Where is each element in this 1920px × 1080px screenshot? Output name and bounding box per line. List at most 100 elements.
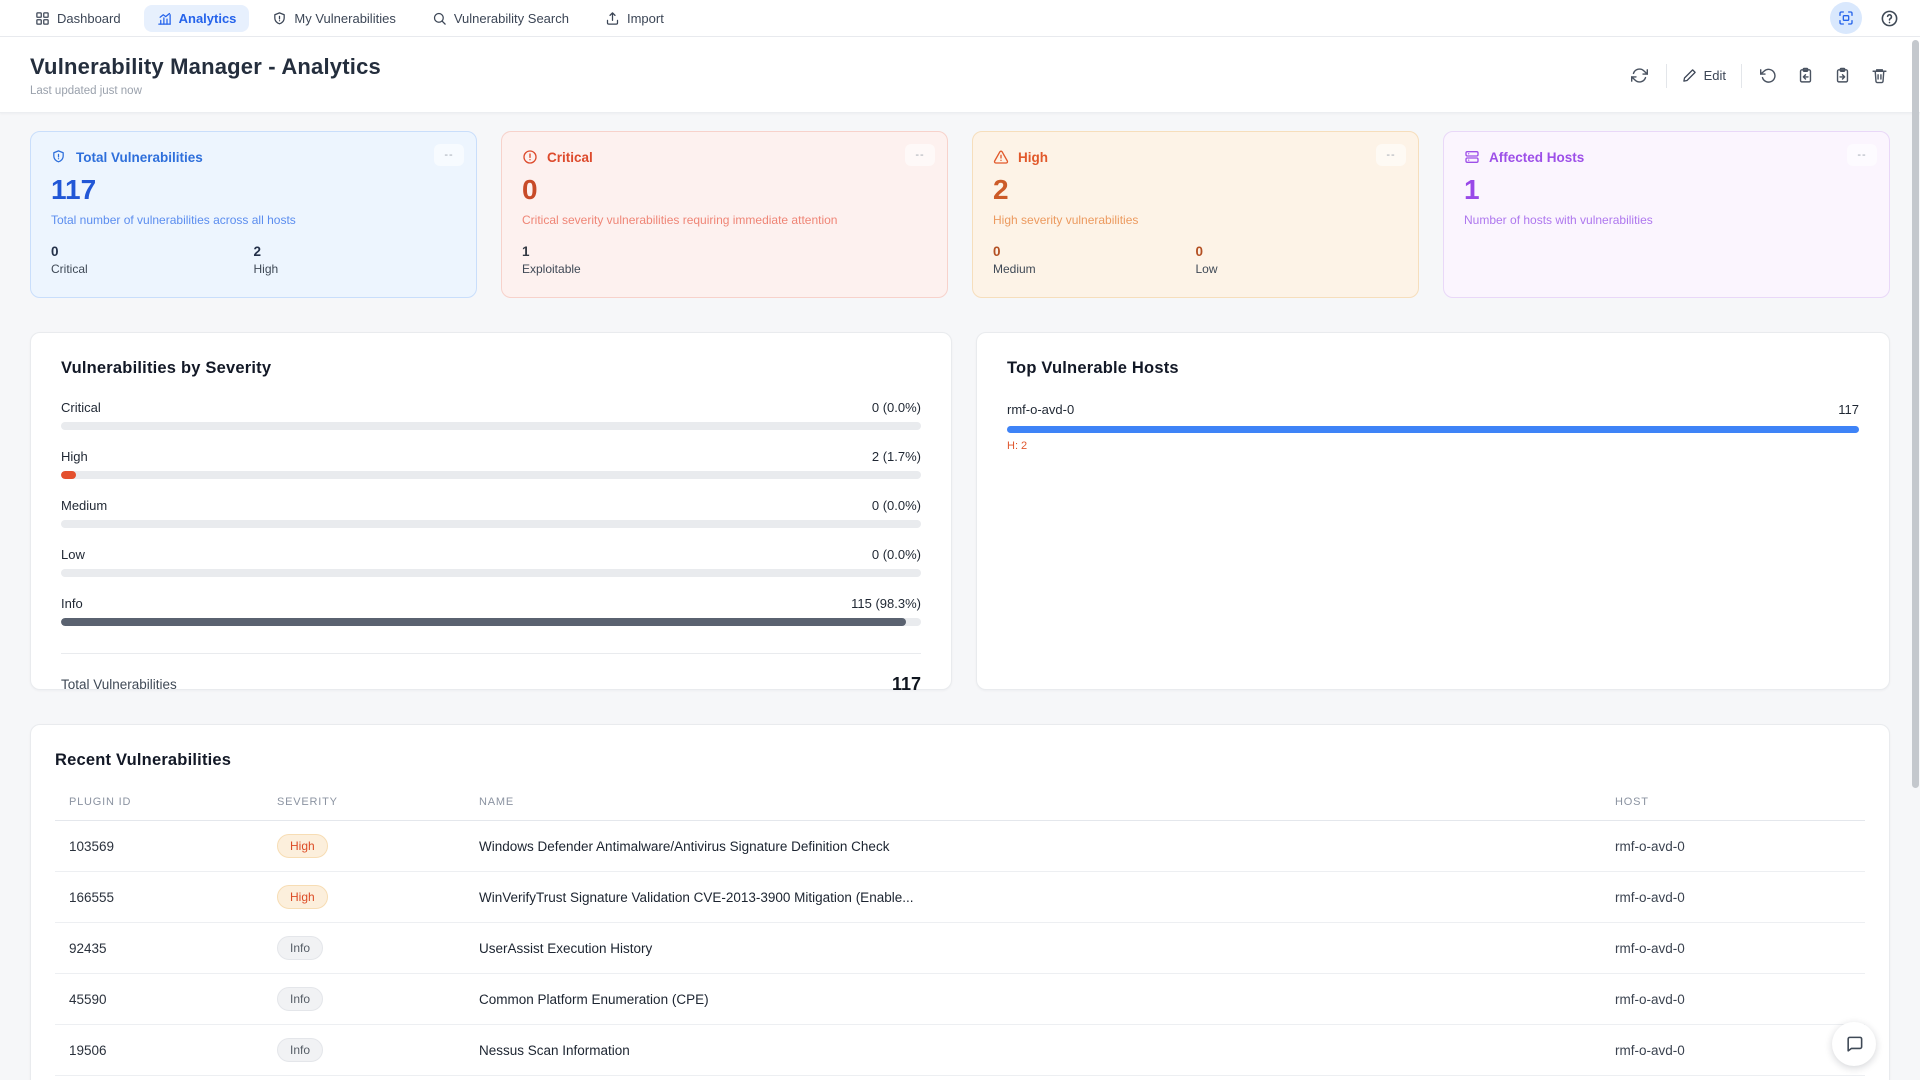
page-title: Vulnerability Manager - Analytics [30,54,381,80]
severity-value: 2 (1.7%) [872,449,921,464]
severity-bar-track [61,520,921,528]
substat-label: Low [1196,262,1399,276]
stat-card-title: Total Vulnerabilities [76,150,203,165]
severity-label: Medium [61,498,107,513]
stat-card-substats: 1 Exploitable [522,244,927,276]
host-value: 117 [1838,402,1859,417]
severity-row-medium: Medium 0 (0.0%) [61,498,921,528]
divider [1666,64,1667,88]
cell-severity: Info [277,923,479,974]
top-hosts-panel: Top Vulnerable Hosts rmf-o-avd-0 117 H: … [976,332,1890,690]
stat-card-title: High [1018,150,1048,165]
card-menu-button[interactable]: -- [1847,144,1877,166]
nav-item-import[interactable]: Import [592,5,677,32]
page-scrollbar[interactable] [1912,40,1919,788]
help-button[interactable] [1876,5,1902,31]
severity-total-value: 117 [892,674,921,695]
table-body: 103569 High Windows Defender Antimalware… [55,821,1865,1080]
stat-card-substat: 0 Critical [51,244,254,276]
substat-label: Medium [993,262,1196,276]
substat-value: 0 [51,244,254,259]
panels-row: Vulnerabilities by Severity Critical 0 (… [30,332,1890,690]
cell-name: WinVerifyTrust Signature Validation CVE-… [479,872,1615,923]
nav-item-label: Analytics [179,11,237,26]
edit-button[interactable]: Edit [1682,68,1726,83]
stat-card-header: Affected Hosts [1464,149,1869,165]
stat-card-header: Total Vulnerabilities [51,149,456,165]
table-row[interactable]: 19506 Info Nessus Scan Information rmf-o… [55,1025,1865,1076]
divider [1741,64,1742,88]
delete-button[interactable] [1868,65,1890,87]
stat-card-value: 2 [993,174,1398,206]
nav-item-label: Dashboard [57,11,121,26]
table-row[interactable]: 45590 Info Common Platform Enumeration (… [55,974,1865,1025]
clipboard-arrow-left-icon [1797,67,1814,84]
chat-button[interactable] [1832,1022,1876,1066]
scan-icon [1838,10,1854,26]
refresh-button[interactable] [1629,65,1651,87]
host-severity-badge: H: 2 [1007,440,1859,452]
stat-card-high: High -- 2 High severity vulnerabilities … [972,131,1419,298]
cell-name: UserAssist Execution History [479,923,1615,974]
cell-host: rmf-o-avd-0 [1615,1025,1865,1076]
cell-severity: High [277,821,479,872]
host-bar-fill [1007,426,1859,433]
severity-badge: Info [277,987,323,1011]
substat-value: 1 [522,244,725,259]
nav-item-analytics[interactable]: Analytics [144,5,250,32]
stat-card-substats: 0 Medium 0 Low [993,244,1398,276]
card-menu-button[interactable]: -- [434,144,464,166]
table-row[interactable]: 103569 High Windows Defender Antimalware… [55,821,1865,872]
shield-alert-icon [51,149,67,165]
card-menu-button[interactable]: -- [905,144,935,166]
hosts-list: rmf-o-avd-0 117 H: 2 [1007,402,1859,452]
card-menu-button[interactable]: -- [1376,144,1406,166]
top-hosts-panel-title: Top Vulnerable Hosts [1007,359,1859,378]
fullscreen-scan-button[interactable] [1830,2,1862,34]
severity-badge: Info [277,936,323,960]
stat-card-description: Number of hosts with vulnerabilities [1464,213,1869,227]
severity-bar-track [61,422,921,430]
severity-label: Info [61,596,83,611]
severity-bar-track [61,569,921,577]
clipboard-import-button[interactable] [1794,65,1816,87]
cell-plugin-id: 166555 [55,872,277,923]
column-header-name: NAME [479,788,1615,821]
severity-value: 0 (0.0%) [872,498,921,513]
column-header-plugin-id: PLUGIN ID [55,788,277,821]
severity-label: Low [61,547,85,562]
cell-severity: Info [277,1025,479,1076]
undo-button[interactable] [1757,65,1779,87]
table-row[interactable]: 92435 Info UserAssist Execution History … [55,923,1865,974]
table-row-partial[interactable]: Info [55,1076,1865,1080]
stat-card-header: Critical [522,149,927,165]
stat-card-title: Affected Hosts [1489,150,1584,165]
nav-items: Dashboard Analytics My Vulnerabilities V… [22,5,677,32]
cell-plugin-id: 103569 [55,821,277,872]
cell-host: rmf-o-avd-0 [1615,923,1865,974]
header-actions: Edit [1629,64,1890,88]
clipboard-arrow-right-icon [1834,67,1851,84]
cell-host: rmf-o-avd-0 [1615,821,1865,872]
stat-card-value: 1 [1464,174,1869,206]
severity-label: Critical [61,400,101,415]
recent-vulnerabilities-table: PLUGIN IDSEVERITYNAMEHOST 103569 High Wi… [55,788,1865,1080]
grid-icon [35,11,50,26]
severity-total-row: Total Vulnerabilities 117 [61,653,921,695]
clipboard-export-button[interactable] [1831,65,1853,87]
table-row[interactable]: 166555 High WinVerifyTrust Signature Val… [55,872,1865,923]
cell-severity: High [277,872,479,923]
nav-item-my-vulnerabilities[interactable]: My Vulnerabilities [259,5,408,32]
alert-triangle-icon [993,149,1009,165]
severity-row-info: Info 115 (98.3%) [61,596,921,626]
recent-vulnerabilities-panel: Recent Vulnerabilities PLUGIN IDSEVERITY… [30,724,1890,1080]
nav-item-vulnerability-search[interactable]: Vulnerability Search [419,5,582,32]
severity-badge: Info [277,1038,323,1062]
cell-severity: Info [277,974,479,1025]
severity-value: 0 (0.0%) [872,547,921,562]
last-updated-text: Last updated just now [30,85,381,97]
severity-panel-title: Vulnerabilities by Severity [61,359,921,378]
undo-icon [1760,67,1777,84]
nav-item-dashboard[interactable]: Dashboard [22,5,134,32]
page-header: Vulnerability Manager - Analytics Last u… [0,37,1920,113]
